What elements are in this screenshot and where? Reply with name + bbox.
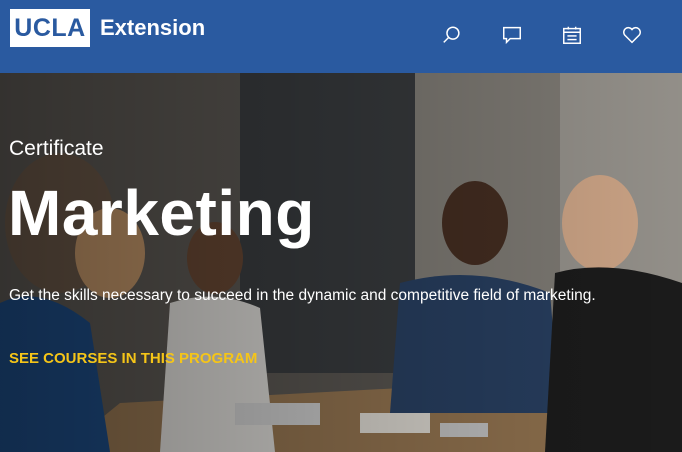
see-courses-link[interactable]: SEE COURSES IN THIS PROGRAM <box>9 350 257 367</box>
hero-dark-overlay <box>0 73 682 452</box>
chat-icon[interactable] <box>500 23 524 47</box>
logo-extension-text: Extension <box>100 15 206 40</box>
hero-eyebrow: Certificate <box>9 137 104 160</box>
ucla-extension-logo[interactable]: UCLA Extension <box>10 9 205 47</box>
hero-banner: Certificate Marketing Get the skills nec… <box>0 73 682 452</box>
logo-ucla-mark: UCLA <box>10 9 90 47</box>
heart-icon[interactable] <box>620 23 644 47</box>
calendar-icon[interactable] <box>560 23 584 47</box>
header-nav-icons <box>440 23 644 47</box>
site-header: UCLA Extension <box>0 0 682 73</box>
hero-subtitle: Get the skills necessary to succeed in t… <box>9 287 596 304</box>
search-icon[interactable] <box>440 23 464 47</box>
page-title: Marketing <box>8 177 315 249</box>
